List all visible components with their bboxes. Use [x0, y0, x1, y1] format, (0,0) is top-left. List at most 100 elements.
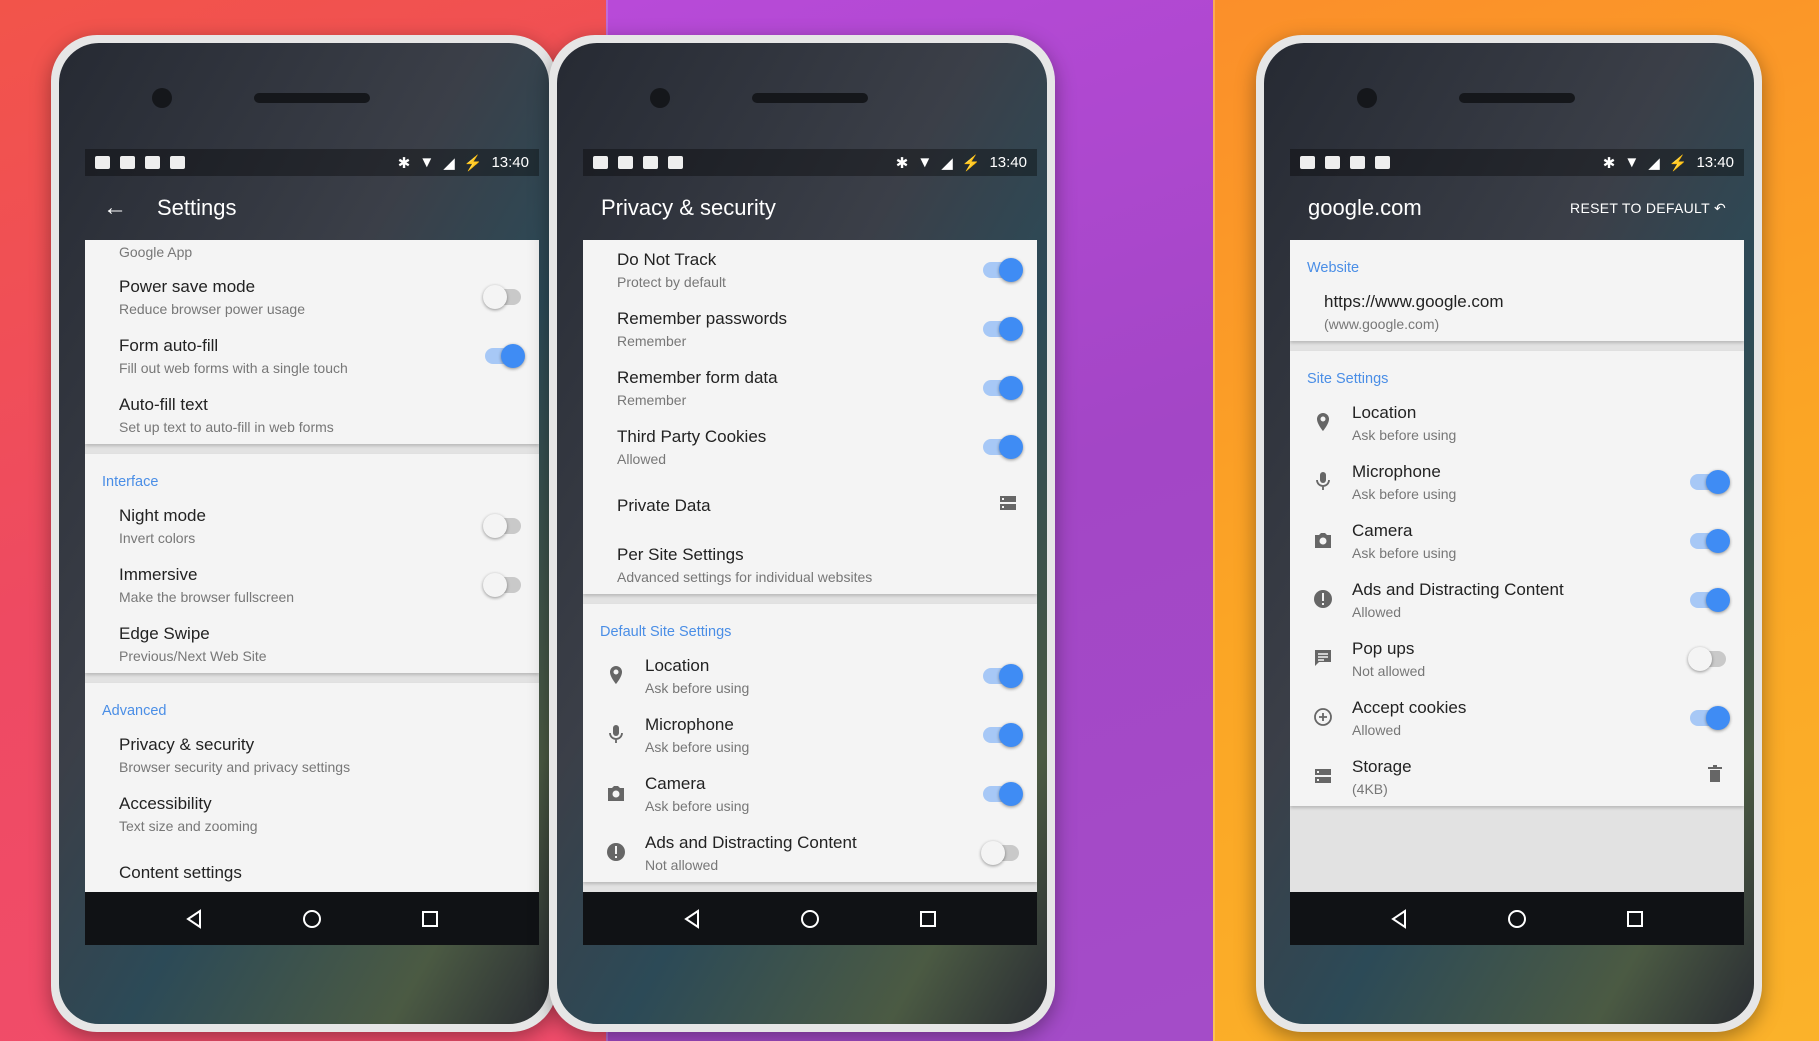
setting-night-mode[interactable]: Night mode Invert colors — [85, 496, 539, 555]
storage-icon[interactable] — [997, 492, 1019, 519]
settings-list[interactable]: Do Not Track Protect by default Remember p… — [583, 240, 1037, 892]
back-arrow-icon[interactable]: ← — [103, 194, 127, 222]
reset-to-default-button[interactable]: RESET TO DEFAULT ↶ — [1570, 200, 1726, 217]
alert-icon — [605, 841, 627, 863]
setting-camera[interactable]: Camera Ask before using — [583, 764, 1037, 823]
message-icon — [95, 156, 110, 169]
setting-subtitle: Browser security and privacy settings — [119, 758, 351, 775]
setting-location[interactable]: Location Ask before using — [583, 646, 1037, 705]
nav-back-icon[interactable] — [182, 907, 206, 931]
bluetooth-icon: ✱ — [397, 154, 411, 172]
ads-and-distracting-content-toggle[interactable] — [1690, 587, 1730, 612]
setting-title: Remember form data — [617, 367, 778, 387]
do-not-track-toggle[interactable] — [983, 257, 1023, 282]
setting-subtitle: Advanced settings for individual website… — [617, 568, 873, 585]
setting-subtitle: Text size and zooming — [119, 817, 258, 834]
setting-title: Location — [1352, 402, 1417, 422]
setting-title: Form auto-fill — [119, 335, 219, 355]
setting-subtitle: Allowed — [1352, 721, 1402, 738]
microphone-toggle[interactable] — [1690, 469, 1730, 494]
speaker-grille — [752, 93, 868, 103]
setting-privacy-security[interactable]: Privacy & security Browser security and p… — [85, 725, 539, 784]
setting-per-site-settings[interactable]: Per Site Settings Advanced settings for i… — [583, 535, 1037, 594]
location-toggle[interactable] — [983, 663, 1023, 688]
settings-card: Do Not Track Protect by default Remember p… — [583, 240, 1037, 594]
setting-pop-ups[interactable]: Pop ups Not allowed — [1290, 629, 1744, 688]
camera-toggle[interactable] — [983, 781, 1023, 806]
location-icon — [1312, 411, 1334, 433]
gallery-icon — [1350, 156, 1365, 169]
setting-microphone[interactable]: Microphone Ask before using — [1290, 452, 1744, 511]
setting-accessibility[interactable]: Accessibility Text size and zooming — [85, 784, 539, 843]
settings-list[interactable]: Website https://www.google.com (www.google… — [1290, 240, 1744, 892]
page-title: google.com — [1308, 195, 1422, 220]
battery-charging-icon: ⚡ — [463, 154, 483, 172]
battery-charging-icon: ⚡ — [1668, 154, 1688, 172]
accept-cookies-toggle[interactable] — [1690, 705, 1730, 730]
microphone-toggle[interactable] — [983, 722, 1023, 747]
setting-subtitle: Set up text to auto-fill in web forms — [119, 418, 334, 435]
remember-form-data-toggle[interactable] — [983, 375, 1023, 400]
setting-ads-and-distracting-content[interactable]: Ads and Distracting Content Not allowed — [583, 823, 1037, 882]
nav-back-icon[interactable] — [1387, 907, 1411, 931]
trash-icon[interactable] — [1704, 763, 1726, 790]
setting-content-settings[interactable]: Content settings — [85, 843, 539, 892]
setting-title: Location — [645, 655, 710, 675]
settings-card: Google App Power save mode Reduce browser … — [85, 240, 539, 444]
setting-remember-passwords[interactable]: Remember passwords Remember — [583, 299, 1037, 358]
setting-subtitle: Remember — [617, 332, 687, 349]
setting-accept-cookies[interactable]: Accept cookies Allowed — [1290, 688, 1744, 747]
setting-title: Edge Swipe — [119, 623, 210, 643]
third-party-cookies-toggle[interactable] — [983, 434, 1023, 459]
setting-third-party-cookies[interactable]: Third Party Cookies Allowed — [583, 417, 1037, 476]
settings-card: Interface Night mode Invert colors Immersiv… — [85, 454, 539, 673]
nav-home-icon[interactable] — [798, 907, 822, 931]
setting-do-not-track[interactable]: Do Not Track Protect by default — [583, 240, 1037, 299]
setting-title: Do Not Track — [617, 249, 717, 269]
microphone-icon — [1312, 470, 1334, 492]
setting-subtitle: Ask before using — [1352, 544, 1457, 561]
camera-toggle[interactable] — [1690, 528, 1730, 553]
section-header: Site Settings — [1307, 371, 1389, 387]
settings-card: Advanced Privacy & security Browser securi… — [85, 683, 539, 892]
ads-and-distracting-content-toggle[interactable] — [981, 840, 1019, 865]
setting-private-data[interactable]: Private Data — [583, 476, 1037, 535]
setting-camera[interactable]: Camera Ask before using — [1290, 511, 1744, 570]
settings-list[interactable]: Google App Power save mode Reduce browser … — [85, 240, 539, 892]
nav-recents-icon[interactable] — [916, 907, 940, 931]
setting-immersive[interactable]: Immersive Make the browser fullscreen — [85, 555, 539, 614]
nav-home-icon[interactable] — [300, 907, 324, 931]
pop-ups-toggle[interactable] — [1688, 646, 1726, 671]
navigation-bar — [1290, 892, 1744, 945]
setting-title: Microphone — [645, 714, 734, 734]
setting-power-save-mode[interactable]: Power save mode Reduce browser power usag… — [85, 267, 539, 326]
nav-home-icon[interactable] — [1505, 907, 1529, 931]
remember-passwords-toggle[interactable] — [983, 316, 1023, 341]
nav-back-icon[interactable] — [680, 907, 704, 931]
night-mode-toggle[interactable] — [483, 513, 521, 538]
nav-recents-icon[interactable] — [418, 907, 442, 931]
setting-title: Third Party Cookies — [617, 426, 767, 446]
immersive-toggle[interactable] — [483, 572, 521, 597]
setting-microphone[interactable]: Microphone Ask before using — [583, 705, 1037, 764]
setting-location[interactable]: Location Ask before using — [1290, 393, 1744, 452]
setting-title: Storage — [1352, 756, 1412, 776]
setting-edge-swipe[interactable]: Edge Swipe Previous/Next Web Site — [85, 614, 539, 673]
image-icon — [120, 156, 135, 169]
setting-subtitle: (4KB) — [1352, 780, 1388, 797]
form-auto-fill-toggle[interactable] — [485, 343, 525, 368]
power-save-mode-toggle[interactable] — [483, 284, 521, 309]
setting-auto-fill-text[interactable]: Auto-fill text Set up text to auto-fill i… — [85, 385, 539, 444]
setting-remember-form-data[interactable]: Remember form data Remember — [583, 358, 1037, 417]
setting-title: Ads and Distracting Content — [1352, 579, 1564, 599]
setting-ads-and-distracting-content[interactable]: Ads and Distracting Content Allowed — [1290, 570, 1744, 629]
setting-title: Remember passwords — [617, 308, 788, 328]
setting-subtitle: Ask before using — [1352, 485, 1457, 502]
setting-https-www-google-com[interactable]: https://www.google.com (www.google.com) — [1290, 282, 1744, 341]
setting-storage[interactable]: Storage (4KB) — [1290, 747, 1744, 806]
setting-title: Auto-fill text — [119, 394, 208, 414]
setting-title: Camera — [645, 773, 706, 793]
undo-icon: ↶ — [1713, 199, 1726, 216]
setting-form-auto-fill[interactable]: Form auto-fill Fill out web forms with a … — [85, 326, 539, 385]
nav-recents-icon[interactable] — [1623, 907, 1647, 931]
